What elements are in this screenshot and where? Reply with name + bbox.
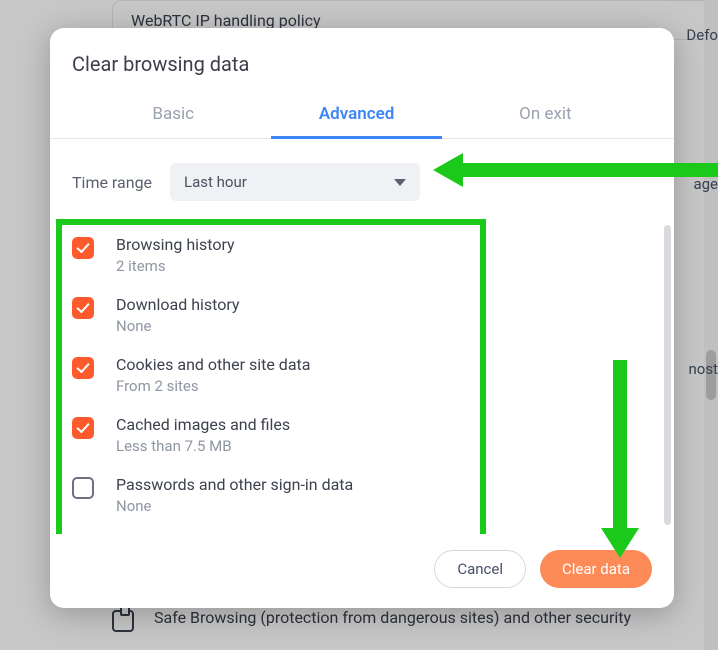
- dialog-title: Clear browsing data: [50, 28, 674, 94]
- item-title: Browsing history: [116, 235, 235, 254]
- time-range-value: Last hour: [184, 173, 247, 191]
- item-subtitle: 2 items: [116, 257, 235, 275]
- check-icon: [76, 240, 89, 254]
- time-range-row: Time range Last hour: [50, 139, 674, 219]
- item-subtitle: From 2 sites: [116, 377, 310, 395]
- bg-right-text-3: nost: [689, 360, 718, 378]
- item-text: Browsing history 2 items: [116, 235, 235, 275]
- item-text: Cookies and other site data From 2 sites: [116, 355, 310, 395]
- bg-right-text-1: Defo: [686, 26, 718, 44]
- dialog-tabs: Basic Advanced On exit: [50, 94, 674, 139]
- tab-basic[interactable]: Basic: [144, 94, 202, 138]
- list-scrollbar[interactable]: [664, 225, 671, 525]
- data-type-item[interactable]: Browsing history 2 items: [72, 225, 652, 285]
- item-text: Cached images and files Less than 7.5 MB: [116, 415, 290, 455]
- item-subtitle: None: [116, 317, 240, 335]
- item-title: Download history: [116, 295, 240, 314]
- cancel-button[interactable]: Cancel: [434, 550, 526, 588]
- dialog-footer: Cancel Clear data: [50, 534, 674, 608]
- data-type-item[interactable]: Download history None: [72, 285, 652, 345]
- clear-data-button[interactable]: Clear data: [540, 550, 652, 588]
- check-icon: [76, 420, 89, 434]
- checkbox[interactable]: [72, 297, 94, 319]
- data-type-item[interactable]: Passwords and other sign-in data None: [72, 465, 652, 525]
- check-icon: [76, 360, 89, 374]
- item-text: Download history None: [116, 295, 240, 335]
- check-icon: [76, 300, 89, 314]
- item-text: Passwords and other sign-in data None: [116, 475, 353, 515]
- time-range-select[interactable]: Last hour: [170, 163, 420, 201]
- checkbox[interactable]: [72, 237, 94, 259]
- data-type-item[interactable]: Auto-fill form data: [72, 525, 652, 534]
- tab-advanced[interactable]: Advanced: [311, 94, 403, 138]
- data-type-list: Browsing history 2 items Download history N…: [50, 219, 674, 534]
- checkbox[interactable]: [72, 417, 94, 439]
- time-range-label: Time range: [72, 173, 152, 192]
- item-subtitle: Less than 7.5 MB: [116, 437, 290, 455]
- data-type-list-container: Browsing history 2 items Download history N…: [50, 219, 674, 534]
- item-title: Cookies and other site data: [116, 355, 310, 374]
- data-type-item[interactable]: Cookies and other site data From 2 sites: [72, 345, 652, 405]
- clear-browsing-data-dialog: Clear browsing data Basic Advanced On ex…: [50, 28, 674, 608]
- checkbox[interactable]: [72, 477, 94, 499]
- item-title: Cached images and files: [116, 415, 290, 434]
- tab-on-exit[interactable]: On exit: [511, 94, 579, 138]
- bg-right-text-2: age: [693, 175, 718, 193]
- item-subtitle: None: [116, 497, 353, 515]
- chevron-down-icon: [394, 179, 406, 186]
- data-type-item[interactable]: Cached images and files Less than 7.5 MB: [72, 405, 652, 465]
- checkbox[interactable]: [72, 357, 94, 379]
- item-title: Passwords and other sign-in data: [116, 475, 353, 494]
